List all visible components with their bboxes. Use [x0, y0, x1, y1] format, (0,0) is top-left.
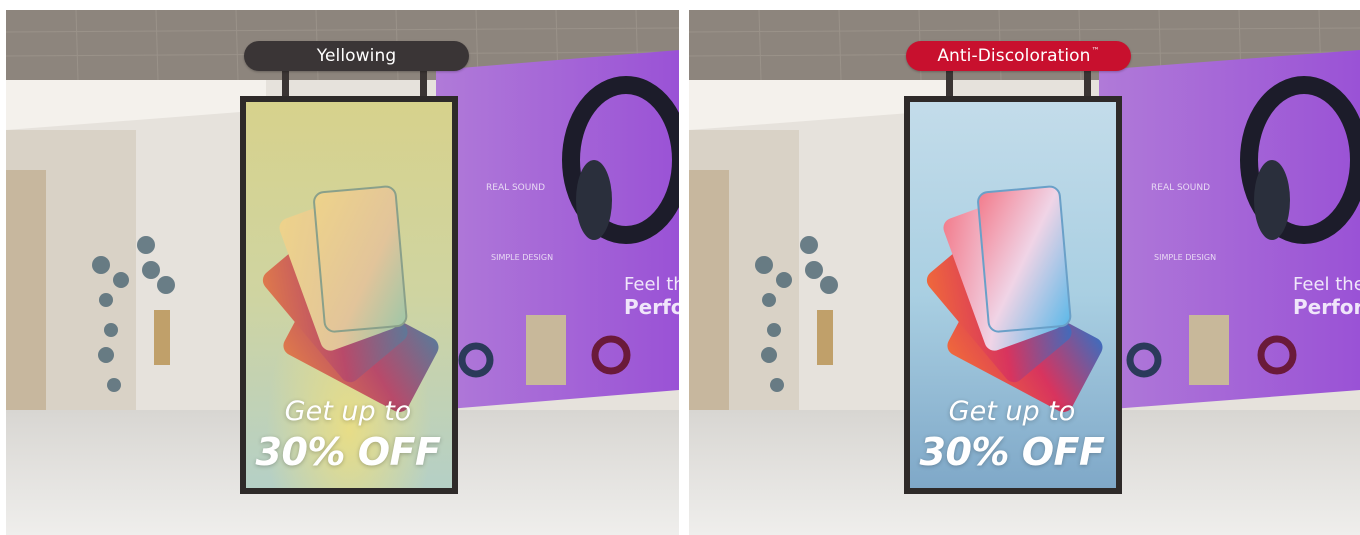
- anti-discoloration-panel: REAL SOUND SIMPLE DESIGN Feel the Perfor: [689, 10, 1360, 535]
- svg-text:REAL SOUND: REAL SOUND: [1151, 183, 1210, 193]
- comparison-image: REAL SOUND SIMPLE DESIGN Feel the Perfor: [0, 0, 1360, 535]
- svg-text:REAL SOUND: REAL SOUND: [486, 183, 545, 193]
- promo-line-2: 30% OFF: [919, 430, 1105, 474]
- yellowing-panel: REAL SOUND SIMPLE DESIGN Feel the Perfor: [6, 10, 679, 535]
- svg-text:Feel the: Feel the: [1293, 274, 1360, 295]
- svg-text:Perfor: Perfor: [624, 295, 679, 319]
- anti-discoloration-badge: Anti-Discoloration ™: [906, 41, 1131, 71]
- signage-screen-right: Get up to 30% OFF: [906, 106, 1118, 494]
- anti-discoloration-label: Anti-Discoloration: [937, 46, 1091, 66]
- svg-text:SIMPLE DESIGN: SIMPLE DESIGN: [1154, 253, 1216, 262]
- svg-text:Perfor: Perfor: [1293, 295, 1360, 319]
- trademark-mark: ™: [1091, 45, 1100, 55]
- svg-text:SIMPLE DESIGN: SIMPLE DESIGN: [491, 253, 553, 262]
- promo-line-2: 30% OFF: [255, 430, 441, 474]
- yellowing-badge: Yellowing: [244, 41, 469, 71]
- promo-line-1: Get up to: [948, 396, 1076, 427]
- svg-text:Feel the: Feel the: [624, 274, 679, 295]
- promo-line-1: Get up to: [284, 396, 412, 427]
- signage-screen-left: Get up to 30% OFF: [242, 106, 454, 494]
